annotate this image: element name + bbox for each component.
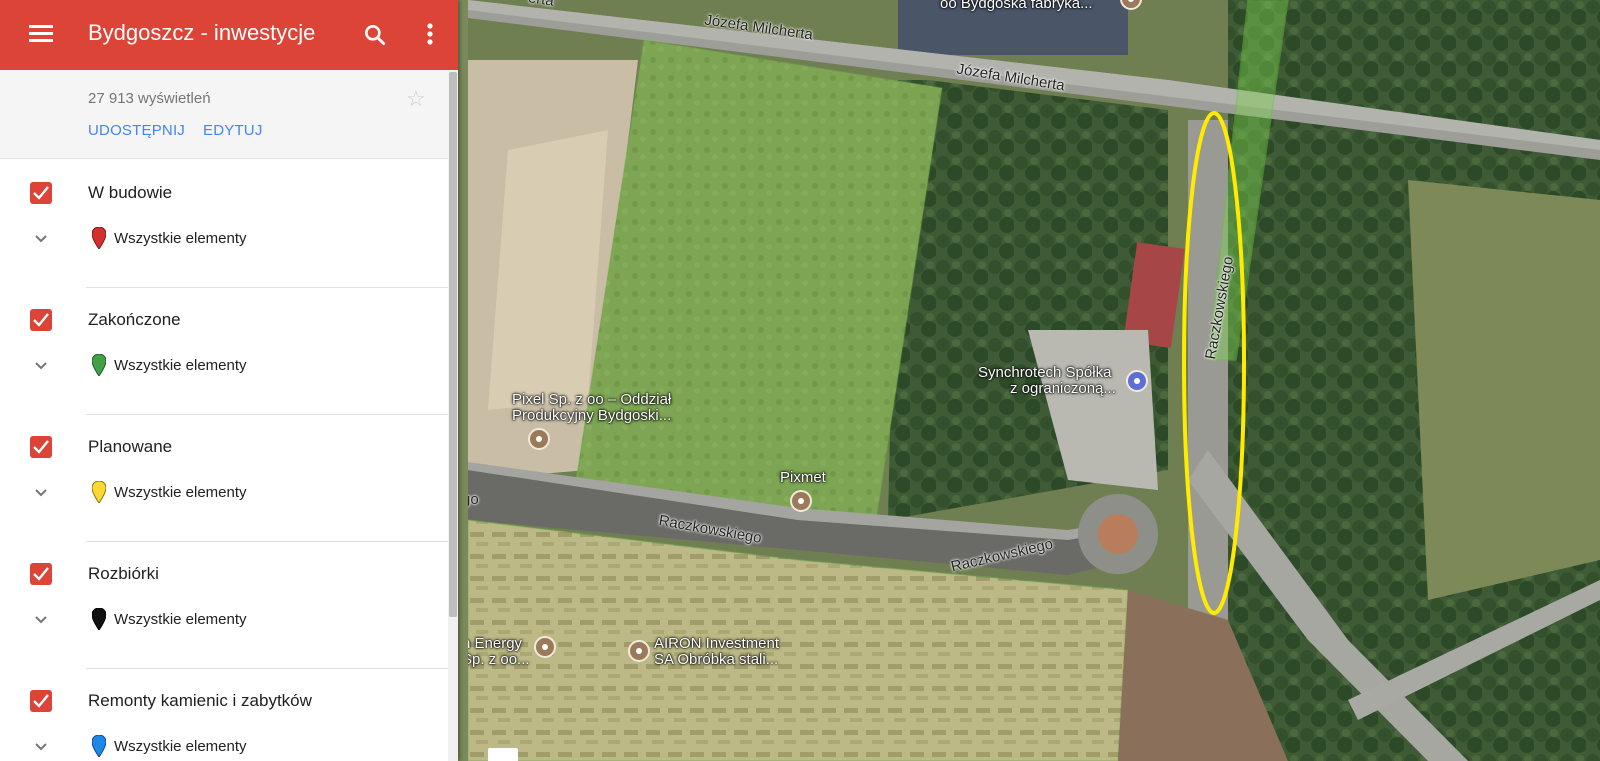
place-label[interactable]: Sp. z oo... bbox=[468, 652, 530, 668]
layer-rozbiorki: Rozbiórki Wszystkie elementy bbox=[0, 539, 448, 669]
place-label[interactable]: Synchrotech Spółka bbox=[978, 365, 1111, 381]
map-pin-icon bbox=[92, 481, 106, 503]
place-label[interactable]: AIRON Investment bbox=[654, 636, 779, 652]
poi-marker-icon[interactable] bbox=[790, 490, 812, 512]
layer-w-budowie: W budowie Wszystkie elementy bbox=[0, 158, 448, 288]
view-count: 27 913 wyświetleń bbox=[88, 90, 211, 107]
street-label: go bbox=[468, 491, 479, 508]
map-title: Bydgoszcz - inwestycje bbox=[88, 20, 316, 45]
place-label[interactable]: n Energy bbox=[468, 636, 522, 652]
place-label[interactable]: oo Bydgoska fabryka... bbox=[940, 0, 1093, 12]
place-label[interactable]: z ograniczoną... bbox=[1010, 381, 1116, 397]
shopping-bag-icon[interactable] bbox=[1126, 370, 1148, 392]
search-icon[interactable] bbox=[362, 22, 388, 48]
chevron-down-icon[interactable] bbox=[30, 355, 52, 377]
layer-items-link[interactable]: Wszystkie elementy bbox=[114, 611, 247, 628]
layer-name: Remonty kamienic i zabytków bbox=[88, 691, 312, 710]
layer-checkbox[interactable] bbox=[30, 182, 52, 204]
place-label[interactable]: Pixmet bbox=[780, 470, 826, 486]
layer-items-link[interactable]: Wszystkie elementy bbox=[114, 484, 247, 501]
panel-scrollbar[interactable] bbox=[448, 70, 458, 761]
edit-button[interactable]: EDYTUJ bbox=[203, 122, 263, 139]
layer-name: Rozbiórki bbox=[88, 564, 159, 583]
layer-checkbox[interactable] bbox=[30, 309, 52, 331]
more-vert-icon[interactable] bbox=[418, 20, 442, 50]
legend-panel: Bydgoszcz - inwestycje 27 913 wyświetleń… bbox=[0, 0, 458, 761]
layer-remonty: Remonty kamienic i zabytków Wszystkie el… bbox=[0, 666, 448, 761]
share-button[interactable]: UDOSTĘPNIJ bbox=[88, 122, 185, 139]
map-pin-icon bbox=[92, 354, 106, 376]
layer-checkbox[interactable] bbox=[30, 563, 52, 585]
place-label[interactable]: SA Obróbka stali... bbox=[654, 652, 778, 668]
map-info: 27 913 wyświetleń ☆ UDOSTĘPNIJ EDYTUJ bbox=[0, 70, 448, 159]
menu-icon[interactable] bbox=[28, 22, 54, 48]
poi-marker-icon[interactable] bbox=[628, 640, 650, 662]
star-outline-icon[interactable]: ☆ bbox=[406, 88, 426, 110]
layer-zakonczone: Zakończone Wszystkie elementy bbox=[0, 285, 448, 415]
layer-name: Zakończone bbox=[88, 310, 181, 329]
map-pin-icon bbox=[92, 735, 106, 757]
map-canvas[interactable]: Józefa Milcherta Józefa Milcherta Raczko… bbox=[468, 0, 1600, 761]
poi-marker-icon[interactable] bbox=[534, 636, 556, 658]
layer-planowane: Planowane Wszystkie elementy bbox=[0, 412, 448, 542]
layer-checkbox[interactable] bbox=[30, 436, 52, 458]
scrollbar-thumb[interactable] bbox=[449, 72, 457, 617]
map-pin-icon bbox=[92, 227, 106, 249]
layer-name: Planowane bbox=[88, 437, 173, 456]
layer-items-link[interactable]: Wszystkie elementy bbox=[114, 230, 247, 247]
layer-items-link[interactable]: Wszystkie elementy bbox=[114, 357, 247, 374]
place-label[interactable]: Produkcyjny Bydgoski... bbox=[512, 408, 671, 424]
chevron-down-icon[interactable] bbox=[30, 736, 52, 758]
place-label[interactable]: Pixel Sp. z oo – Oddział bbox=[512, 392, 671, 408]
chevron-down-icon[interactable] bbox=[30, 609, 52, 631]
chevron-down-icon[interactable] bbox=[30, 482, 52, 504]
layer-items-link[interactable]: Wszystkie elementy bbox=[114, 738, 247, 755]
map-control-button[interactable] bbox=[488, 748, 518, 761]
layer-checkbox[interactable] bbox=[30, 690, 52, 712]
map-pin-icon bbox=[92, 608, 106, 630]
layer-name: W budowie bbox=[88, 183, 173, 202]
poi-marker-icon[interactable] bbox=[528, 428, 550, 450]
chevron-down-icon[interactable] bbox=[30, 228, 52, 250]
app-header: Bydgoszcz - inwestycje bbox=[0, 0, 458, 70]
